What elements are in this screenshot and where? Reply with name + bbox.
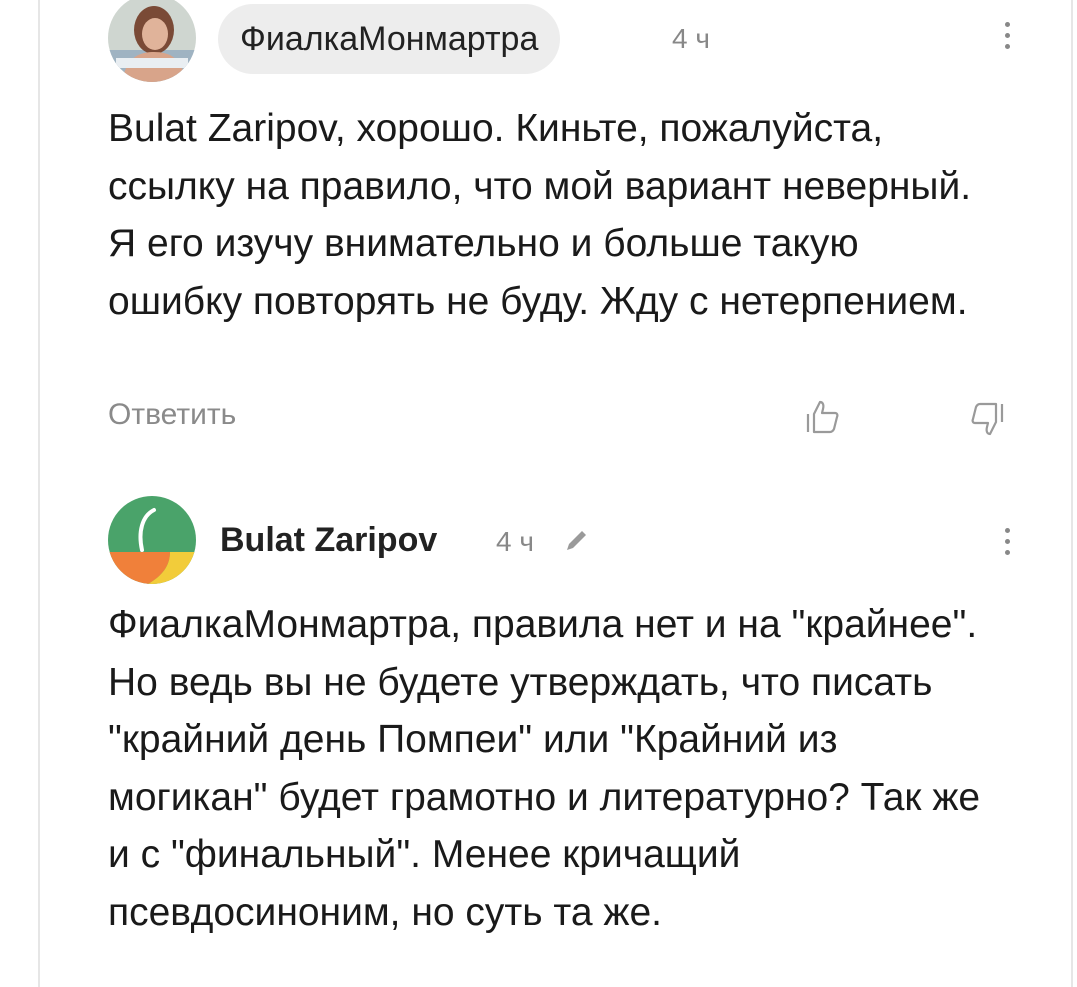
comment: Bulat Zaripov 4 ч ФиалкаМонмартра, прави… (108, 496, 1017, 934)
pencil-icon (567, 531, 586, 550)
author-name[interactable]: ФиалкаМонмартра (218, 4, 561, 74)
thumbs-down-icon[interactable] (968, 400, 1008, 440)
comment-header: ФиалкаМонмартра 4 ч (108, 0, 1017, 86)
avatar[interactable] (108, 0, 196, 82)
comment-text: Bulat Zaripov, хорошо. Киньте, пожалуйст… (108, 107, 972, 323)
comment-text: ФиалкаМонмартра, правила нет и на "крайн… (108, 603, 981, 934)
comment-header: Bulat Zaripov 4 ч (108, 496, 1017, 584)
avatar[interactable] (108, 496, 196, 584)
timestamp: 4 ч (672, 23, 710, 54)
timestamp: 4 ч (496, 526, 534, 557)
kebab-menu-icon[interactable] (997, 18, 1017, 58)
page-border-right (1071, 0, 1073, 987)
comment-actions: Ответить (108, 392, 1018, 442)
comment: ФиалкаМонмартра 4 ч Bulat Zaripov, хорош… (108, 0, 1017, 436)
thumbs-up-icon[interactable] (802, 396, 842, 436)
reply-button[interactable]: Ответить (108, 398, 236, 432)
kebab-menu-icon[interactable] (997, 524, 1017, 564)
author-name[interactable]: Bulat Zaripov (220, 518, 437, 562)
page-border-left (38, 0, 40, 987)
